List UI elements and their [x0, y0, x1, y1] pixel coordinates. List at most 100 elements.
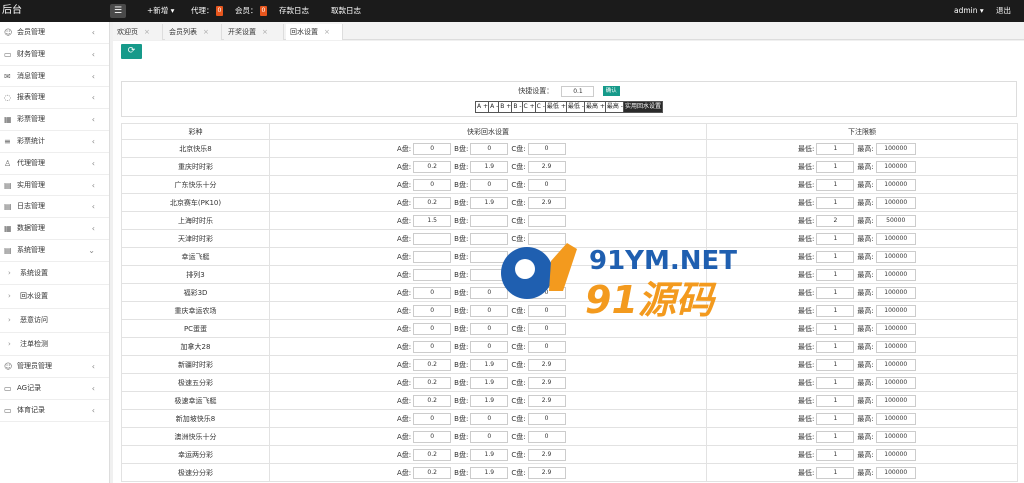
- limit-min-input[interactable]: 1: [816, 376, 855, 389]
- rebate-b-input[interactable]: [470, 214, 509, 227]
- rebate-a-input[interactable]: 0.2: [413, 358, 452, 371]
- limit-max-input[interactable]: 100000: [875, 430, 916, 443]
- rebate-a-input[interactable]: [413, 250, 452, 263]
- rebate-b-input[interactable]: 1.9: [470, 196, 509, 209]
- rebate-c-input[interactable]: 2.9: [527, 394, 566, 407]
- limit-min-input[interactable]: 1: [816, 322, 855, 335]
- rebate-b-input[interactable]: 0: [470, 322, 509, 335]
- limit-max-input[interactable]: 100000: [875, 340, 916, 353]
- sidebar-subitem-3[interactable]: › 注单检测: [0, 333, 109, 357]
- menu-toggle-button[interactable]: ☰: [110, 4, 126, 18]
- rebate-b-input[interactable]: [470, 232, 509, 245]
- limit-max-input[interactable]: 100000: [875, 142, 916, 155]
- limit-min-input[interactable]: 1: [816, 286, 855, 299]
- limit-max-input[interactable]: 100000: [875, 250, 916, 263]
- sidebar-item-2[interactable]: ✉ 消息管理 ‹: [0, 66, 109, 88]
- limit-max-input[interactable]: 100000: [875, 412, 916, 425]
- limit-min-input[interactable]: 1: [816, 394, 855, 407]
- limit-max-input[interactable]: 100000: [875, 466, 916, 479]
- rebate-c-input[interactable]: 2.9: [527, 196, 566, 209]
- rebate-b-input[interactable]: [470, 268, 509, 281]
- sidebar-item-1[interactable]: ▭ 财务管理 ‹: [0, 44, 109, 66]
- limit-min-input[interactable]: 1: [816, 196, 855, 209]
- limit-min-input[interactable]: 1: [816, 466, 855, 479]
- logout-link[interactable]: 退出: [996, 0, 1011, 22]
- refresh-button[interactable]: ⟳: [121, 44, 142, 59]
- close-icon[interactable]: ×: [324, 28, 330, 36]
- agent-counter[interactable]: 代理： 0: [191, 0, 224, 22]
- tab-welcome[interactable]: 欢迎页 ×: [113, 24, 163, 40]
- rebate-a-input[interactable]: 0: [413, 286, 452, 299]
- rebate-a-input[interactable]: 0.2: [413, 448, 452, 461]
- sidebar-bottom-item-1[interactable]: ▭ AG记录 ‹: [0, 378, 109, 400]
- limit-min-input[interactable]: 1: [816, 412, 855, 425]
- rebate-b-input[interactable]: 0: [470, 340, 509, 353]
- user-menu[interactable]: admin ▾: [954, 0, 984, 22]
- rebate-c-input[interactable]: 2.9: [527, 448, 566, 461]
- sidebar-item-8[interactable]: ▤ 日志管理 ‹: [0, 196, 109, 219]
- quick-button-9[interactable]: 最高 -: [604, 101, 625, 113]
- limit-min-input[interactable]: 1: [816, 268, 855, 281]
- rebate-c-input[interactable]: 2.9: [527, 160, 566, 173]
- rebate-c-input[interactable]: 0: [527, 178, 566, 191]
- sidebar-item-9[interactable]: ▦ 数据管理 ‹: [0, 218, 109, 240]
- rebate-c-input[interactable]: [527, 214, 566, 227]
- sidebar-item-7[interactable]: ▤ 实用管理 ‹: [0, 175, 109, 197]
- limit-max-input[interactable]: 100000: [875, 358, 916, 371]
- limit-min-input[interactable]: 1: [816, 232, 855, 245]
- rebate-a-input[interactable]: [413, 232, 452, 245]
- sidebar-item-6[interactable]: ♙ 代理管理 ‹: [0, 153, 109, 175]
- rebate-b-input[interactable]: [470, 250, 509, 263]
- member-counter[interactable]: 会员： 0: [235, 0, 268, 22]
- rebate-a-input[interactable]: 1.5: [413, 214, 452, 227]
- limit-max-input[interactable]: 100000: [875, 178, 916, 191]
- limit-max-input[interactable]: 100000: [875, 232, 916, 245]
- rebate-c-input[interactable]: 0: [527, 304, 566, 317]
- limit-min-input[interactable]: 1: [816, 250, 855, 263]
- limit-min-input[interactable]: 1: [816, 142, 855, 155]
- rebate-b-input[interactable]: 1.9: [470, 466, 509, 479]
- rebate-a-input[interactable]: 0.2: [413, 376, 452, 389]
- limit-max-input[interactable]: 100000: [875, 376, 916, 389]
- rebate-c-input[interactable]: 0: [527, 340, 566, 353]
- rebate-c-input[interactable]: 0: [527, 142, 566, 155]
- rebate-c-input[interactable]: [527, 232, 566, 245]
- rebate-b-input[interactable]: 1.9: [470, 358, 509, 371]
- sidebar-item-0[interactable]: ☺ 会员管理 ‹: [0, 22, 109, 44]
- rebate-b-input[interactable]: 0: [470, 286, 509, 299]
- quick-button-7[interactable]: 最低 -: [565, 101, 586, 113]
- rebate-b-input[interactable]: 1.9: [470, 394, 509, 407]
- rebate-a-input[interactable]: 0.2: [413, 466, 452, 479]
- limit-min-input[interactable]: 1: [816, 358, 855, 371]
- rebate-c-input[interactable]: [527, 268, 566, 281]
- sidebar-item-4[interactable]: ▦ 彩票管理 ‹: [0, 109, 109, 131]
- limit-max-input[interactable]: 100000: [875, 196, 916, 209]
- rebate-c-input[interactable]: 2.9: [527, 376, 566, 389]
- quick-button-6[interactable]: 最低 +: [544, 101, 568, 113]
- rebate-b-input[interactable]: 0: [470, 412, 509, 425]
- limit-max-input[interactable]: 100000: [875, 286, 916, 299]
- limit-max-input[interactable]: 100000: [875, 322, 916, 335]
- limit-min-input[interactable]: 1: [816, 160, 855, 173]
- rebate-a-input[interactable]: 0.2: [413, 394, 452, 407]
- rebate-b-input[interactable]: 0: [470, 178, 509, 191]
- quick-button-10[interactable]: 实用回水设置: [622, 101, 663, 113]
- limit-max-input[interactable]: 50000: [875, 214, 916, 227]
- quick-button-8[interactable]: 最高 +: [583, 101, 607, 113]
- limit-min-input[interactable]: 2: [816, 214, 855, 227]
- deposit-log-link[interactable]: 存款日志: [279, 0, 309, 22]
- limit-min-input[interactable]: 1: [816, 430, 855, 443]
- rebate-b-input[interactable]: 1.9: [470, 376, 509, 389]
- rebate-b-input[interactable]: 0: [470, 304, 509, 317]
- rebate-c-input[interactable]: 2.9: [527, 358, 566, 371]
- rebate-a-input[interactable]: 0: [413, 322, 452, 335]
- rebate-a-input[interactable]: 0: [413, 430, 452, 443]
- rebate-c-input[interactable]: 0: [527, 412, 566, 425]
- rebate-c-input[interactable]: 0: [527, 430, 566, 443]
- sidebar-subitem-0[interactable]: › 系统设置: [0, 262, 109, 286]
- limit-max-input[interactable]: 100000: [875, 268, 916, 281]
- sidebar-bottom-item-2[interactable]: ▭ 体育记录 ‹: [0, 400, 109, 422]
- limit-min-input[interactable]: 1: [816, 178, 855, 191]
- limit-max-input[interactable]: 100000: [875, 160, 916, 173]
- rebate-a-input[interactable]: 0: [413, 142, 452, 155]
